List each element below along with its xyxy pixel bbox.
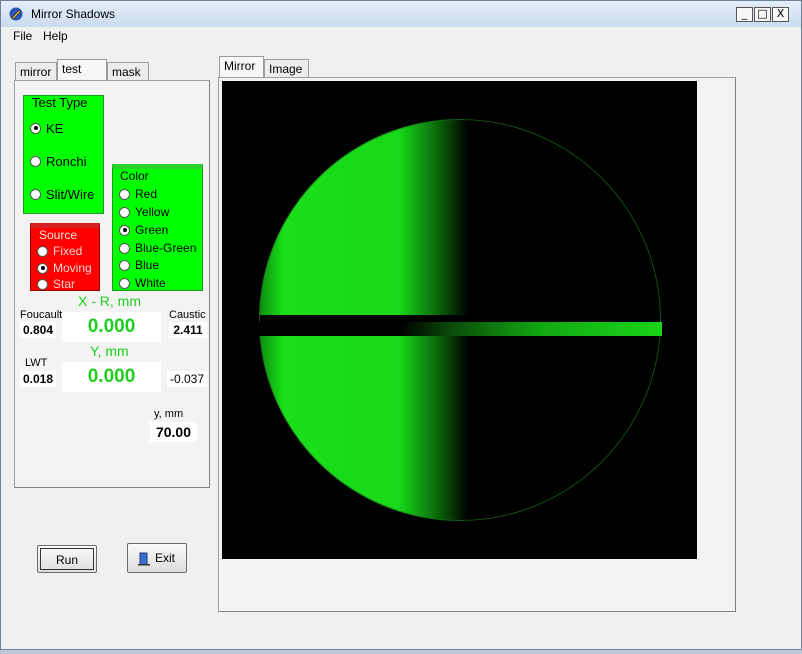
y-mm-label: y, mm — [154, 408, 184, 420]
right-value: -0.037 — [167, 371, 207, 387]
radio-star[interactable]: Star — [37, 276, 75, 292]
door-exit-icon — [138, 552, 150, 566]
radio-slit-wire[interactable]: Slit/Wire — [30, 186, 94, 202]
menu-bar: File Help — [1, 27, 801, 47]
radio-dot[interactable] — [30, 122, 41, 134]
lwt-value: 0.018 — [20, 371, 56, 387]
radio-dot[interactable] — [119, 224, 130, 236]
run-button[interactable]: Run — [37, 545, 97, 573]
tab-image-view[interactable]: Image — [264, 59, 309, 78]
caustic-label: Caustic — [169, 309, 206, 321]
radio-label: Red — [135, 187, 158, 201]
app-window: Mirror Shadows _ □ X File Help mirror te… — [0, 0, 802, 650]
radio-label: KE — [46, 120, 64, 136]
tab-test[interactable]: test — [57, 59, 107, 81]
x-r-label: X - R, mm — [78, 293, 141, 309]
radio-label: Green — [135, 223, 169, 237]
color-group: Color Red Yellow Green Blue-Green Blue W… — [112, 164, 203, 291]
radio-dot[interactable] — [119, 259, 130, 271]
radio-label: White — [135, 276, 166, 290]
slit-image — [259, 322, 662, 336]
foucault-value: 0.804 — [20, 322, 56, 338]
source-group: Source Fixed Moving Star — [30, 223, 100, 291]
radio-label: Yellow — [135, 205, 170, 219]
radio-green[interactable]: Green — [119, 222, 168, 238]
radio-label: Slit/Wire — [46, 186, 95, 202]
y-label: Y, mm — [90, 343, 129, 359]
radio-label: Star — [53, 277, 76, 291]
radio-dot[interactable] — [30, 188, 41, 200]
radio-label: Blue — [135, 258, 160, 272]
mirror-shadow-display — [222, 81, 697, 559]
radio-fixed[interactable]: Fixed — [37, 243, 82, 259]
radio-red[interactable]: Red — [119, 186, 157, 202]
tab-mask[interactable]: mask — [107, 62, 149, 81]
radio-dot[interactable] — [37, 245, 48, 257]
radio-yellow[interactable]: Yellow — [119, 204, 169, 220]
radio-label: Ronchi — [46, 153, 87, 169]
test-type-group: Test Type KE Ronchi Slit/Wire — [23, 95, 104, 214]
radio-dot[interactable] — [119, 277, 130, 289]
y-value: 0.000 — [62, 362, 161, 392]
x-r-value: 0.000 — [62, 312, 161, 342]
exit-button[interactable]: Exit — [127, 543, 187, 573]
radio-label: Fixed — [53, 244, 83, 258]
radio-white[interactable]: White — [119, 275, 166, 291]
color-title: Color — [120, 169, 149, 183]
tab-mirror[interactable]: mirror — [15, 62, 57, 81]
radio-dot[interactable] — [37, 262, 48, 274]
close-button[interactable]: X — [772, 7, 789, 22]
tab-mirror-view[interactable]: Mirror — [219, 56, 264, 78]
source-title: Source — [39, 228, 78, 242]
foucault-label: Foucault — [20, 309, 63, 321]
radio-label: Blue-Green — [135, 241, 197, 255]
radio-dot[interactable] — [30, 155, 41, 167]
test-type-title: Test Type — [32, 95, 88, 110]
radio-blue-green[interactable]: Blue-Green — [119, 240, 196, 256]
caustic-value: 2.411 — [169, 322, 207, 338]
window-title: Mirror Shadows — [31, 7, 116, 21]
radio-ronchi[interactable]: Ronchi — [30, 153, 86, 169]
y-mm-value[interactable]: 70.00 — [150, 422, 197, 442]
radio-label: Moving — [53, 261, 92, 275]
radio-dot[interactable] — [119, 242, 130, 254]
lwt-label: LWT — [25, 357, 48, 369]
title-bar[interactable]: Mirror Shadows _ □ X — [1, 1, 801, 27]
maximize-button[interactable]: □ — [754, 7, 771, 22]
menu-help[interactable]: Help — [43, 29, 68, 43]
test-panel: Test Type KE Ronchi Slit/Wire Color Red … — [14, 80, 210, 488]
app-pen-icon — [9, 7, 23, 21]
minimize-button[interactable]: _ — [736, 7, 753, 22]
radio-ke[interactable]: KE — [30, 120, 63, 136]
mirror-disc — [259, 119, 661, 521]
radio-dot[interactable] — [119, 206, 130, 218]
radio-dot[interactable] — [37, 278, 48, 290]
exit-label: Exit — [155, 551, 176, 565]
radio-moving[interactable]: Moving — [37, 260, 92, 276]
radio-dot[interactable] — [119, 188, 130, 200]
menu-file[interactable]: File — [13, 29, 32, 43]
radio-blue[interactable]: Blue — [119, 257, 159, 273]
